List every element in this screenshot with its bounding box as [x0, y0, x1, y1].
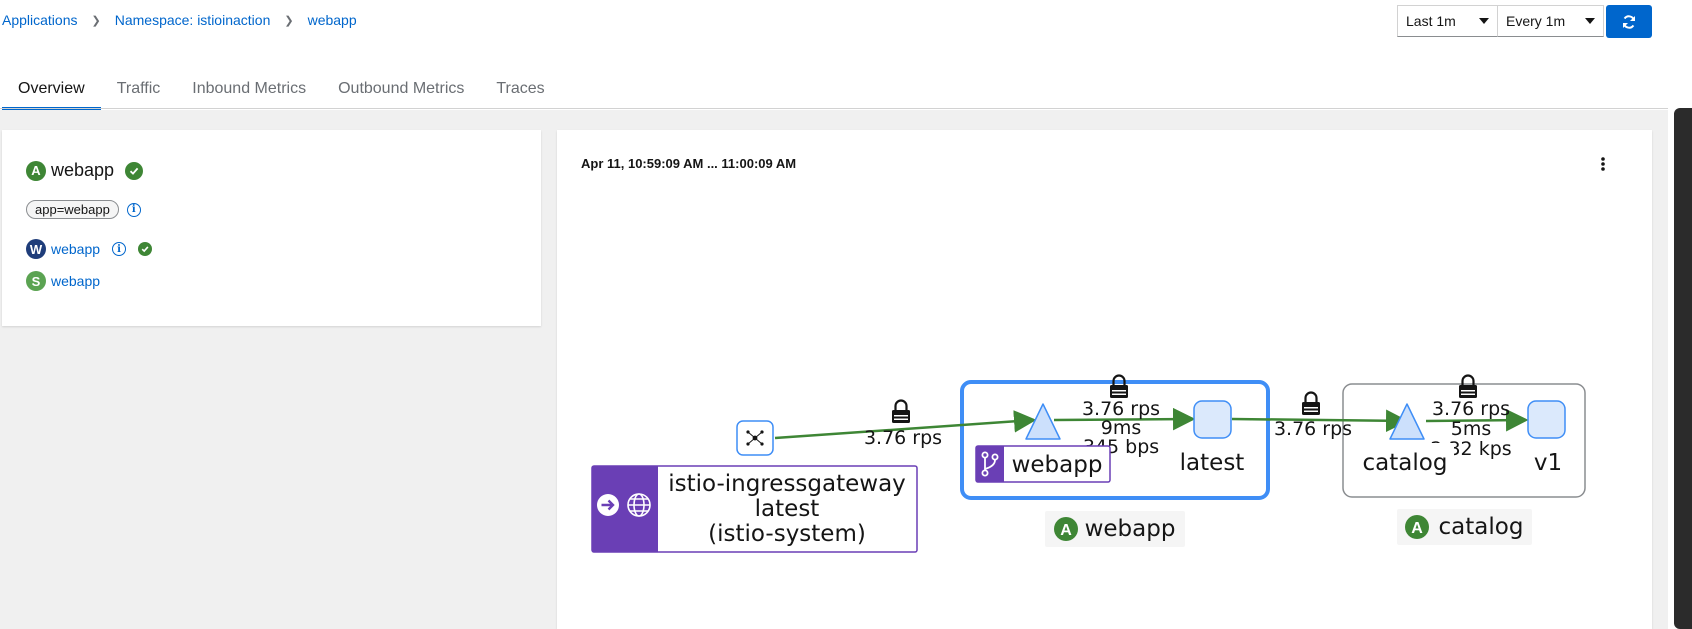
app-badge: A: [26, 160, 46, 181]
breadcrumb-namespace[interactable]: Namespace: istioinaction: [115, 12, 271, 28]
webapp-app-name: webapp: [1085, 516, 1176, 542]
traffic-graph-card: Apr 11, 10:59:09 AM ... 11:00:09 AM 3.76…: [557, 130, 1652, 629]
traffic-graph[interactable]: 3.76 rps 3.76 rps 9ms 345 bps 3.76 rps 3…: [557, 130, 1652, 629]
catalog-version: v1: [1534, 450, 1562, 476]
tab-bar: Overview Traffic Inbound Metrics Outboun…: [2, 70, 561, 110]
chevron-right-icon: ❯: [91, 14, 101, 27]
refresh-interval-select[interactable]: Every 1m: [1497, 5, 1604, 37]
breadcrumb-current[interactable]: webapp: [308, 12, 357, 28]
app-title-row: A webapp: [26, 160, 144, 181]
edge-label-rps: 3.76 rps: [1274, 418, 1352, 440]
tab-traffic[interactable]: Traffic: [101, 70, 177, 110]
chevron-right-icon: ❯: [284, 14, 294, 27]
healthy-check-icon: [125, 161, 144, 180]
service-row: S webapp: [26, 271, 100, 291]
healthy-check-icon: [138, 242, 153, 256]
arrow-circle-right-icon: [597, 494, 619, 516]
virtual-service-badge: [976, 446, 1004, 482]
edge-label-latency: 5ms: [1451, 418, 1492, 440]
workload-badge: W: [26, 239, 46, 259]
info-icon[interactable]: i: [126, 202, 141, 217]
mtls-lock-icon: [890, 399, 912, 425]
edge-label-rps: 3.76 rps: [864, 427, 942, 449]
ingress-namespace: (istio-system): [708, 521, 866, 547]
duration-select[interactable]: Last 1m: [1397, 5, 1498, 37]
catalog-service-name: catalog: [1363, 450, 1448, 476]
webapp-version: latest: [1180, 450, 1245, 476]
webapp-service-node[interactable]: [1025, 403, 1061, 440]
mtls-lock-icon: [1457, 374, 1479, 400]
duration-value: Last 1m: [1406, 13, 1456, 29]
refresh-button[interactable]: [1606, 5, 1652, 38]
app-label-chip: app=webapp: [26, 200, 119, 219]
app-title: webapp: [51, 160, 115, 180]
labels-row: app=webapp i: [26, 200, 141, 219]
sync-icon: [1623, 14, 1635, 29]
service-badge: S: [26, 271, 46, 291]
top-header: Applications ❯ Namespace: istioinaction …: [0, 0, 1668, 110]
scrollbar-thumb[interactable]: [1674, 108, 1692, 629]
breadcrumb: Applications ❯ Namespace: istioinaction …: [2, 12, 357, 28]
workload-row: W webapp i: [26, 239, 153, 259]
refresh-interval-value: Every 1m: [1506, 13, 1566, 29]
app-badge-letter: A: [1060, 522, 1072, 539]
caret-down-icon: [1585, 18, 1595, 24]
catalog-workload-node[interactable]: [1527, 400, 1566, 439]
tab-divider: [0, 108, 1668, 109]
info-icon[interactable]: i: [112, 242, 127, 256]
tab-inbound-metrics[interactable]: Inbound Metrics: [176, 70, 322, 110]
mtls-lock-icon: [1108, 374, 1130, 400]
tab-traces[interactable]: Traces: [480, 70, 560, 110]
service-link[interactable]: webapp: [51, 273, 100, 289]
caret-down-icon: [1479, 18, 1489, 24]
mtls-lock-icon: [1300, 391, 1322, 417]
ingress-name: istio-ingressgateway: [668, 471, 906, 497]
tab-outbound-metrics[interactable]: Outbound Metrics: [322, 70, 480, 110]
tab-overview[interactable]: Overview: [2, 70, 101, 110]
app-badge-letter: A: [1411, 520, 1423, 537]
catalog-app-name: catalog: [1439, 514, 1524, 540]
webapp-service-name: webapp: [1012, 452, 1103, 478]
workload-link[interactable]: webapp: [51, 241, 100, 257]
edge-label-rps: 3.76 rps: [1432, 398, 1510, 420]
breadcrumb-applications[interactable]: Applications: [2, 12, 78, 28]
app-details-card: A webapp app=webapp i W webapp i S webap…: [2, 130, 541, 326]
webapp-workload-node[interactable]: [1193, 400, 1232, 439]
ingress-version: latest: [755, 496, 820, 522]
